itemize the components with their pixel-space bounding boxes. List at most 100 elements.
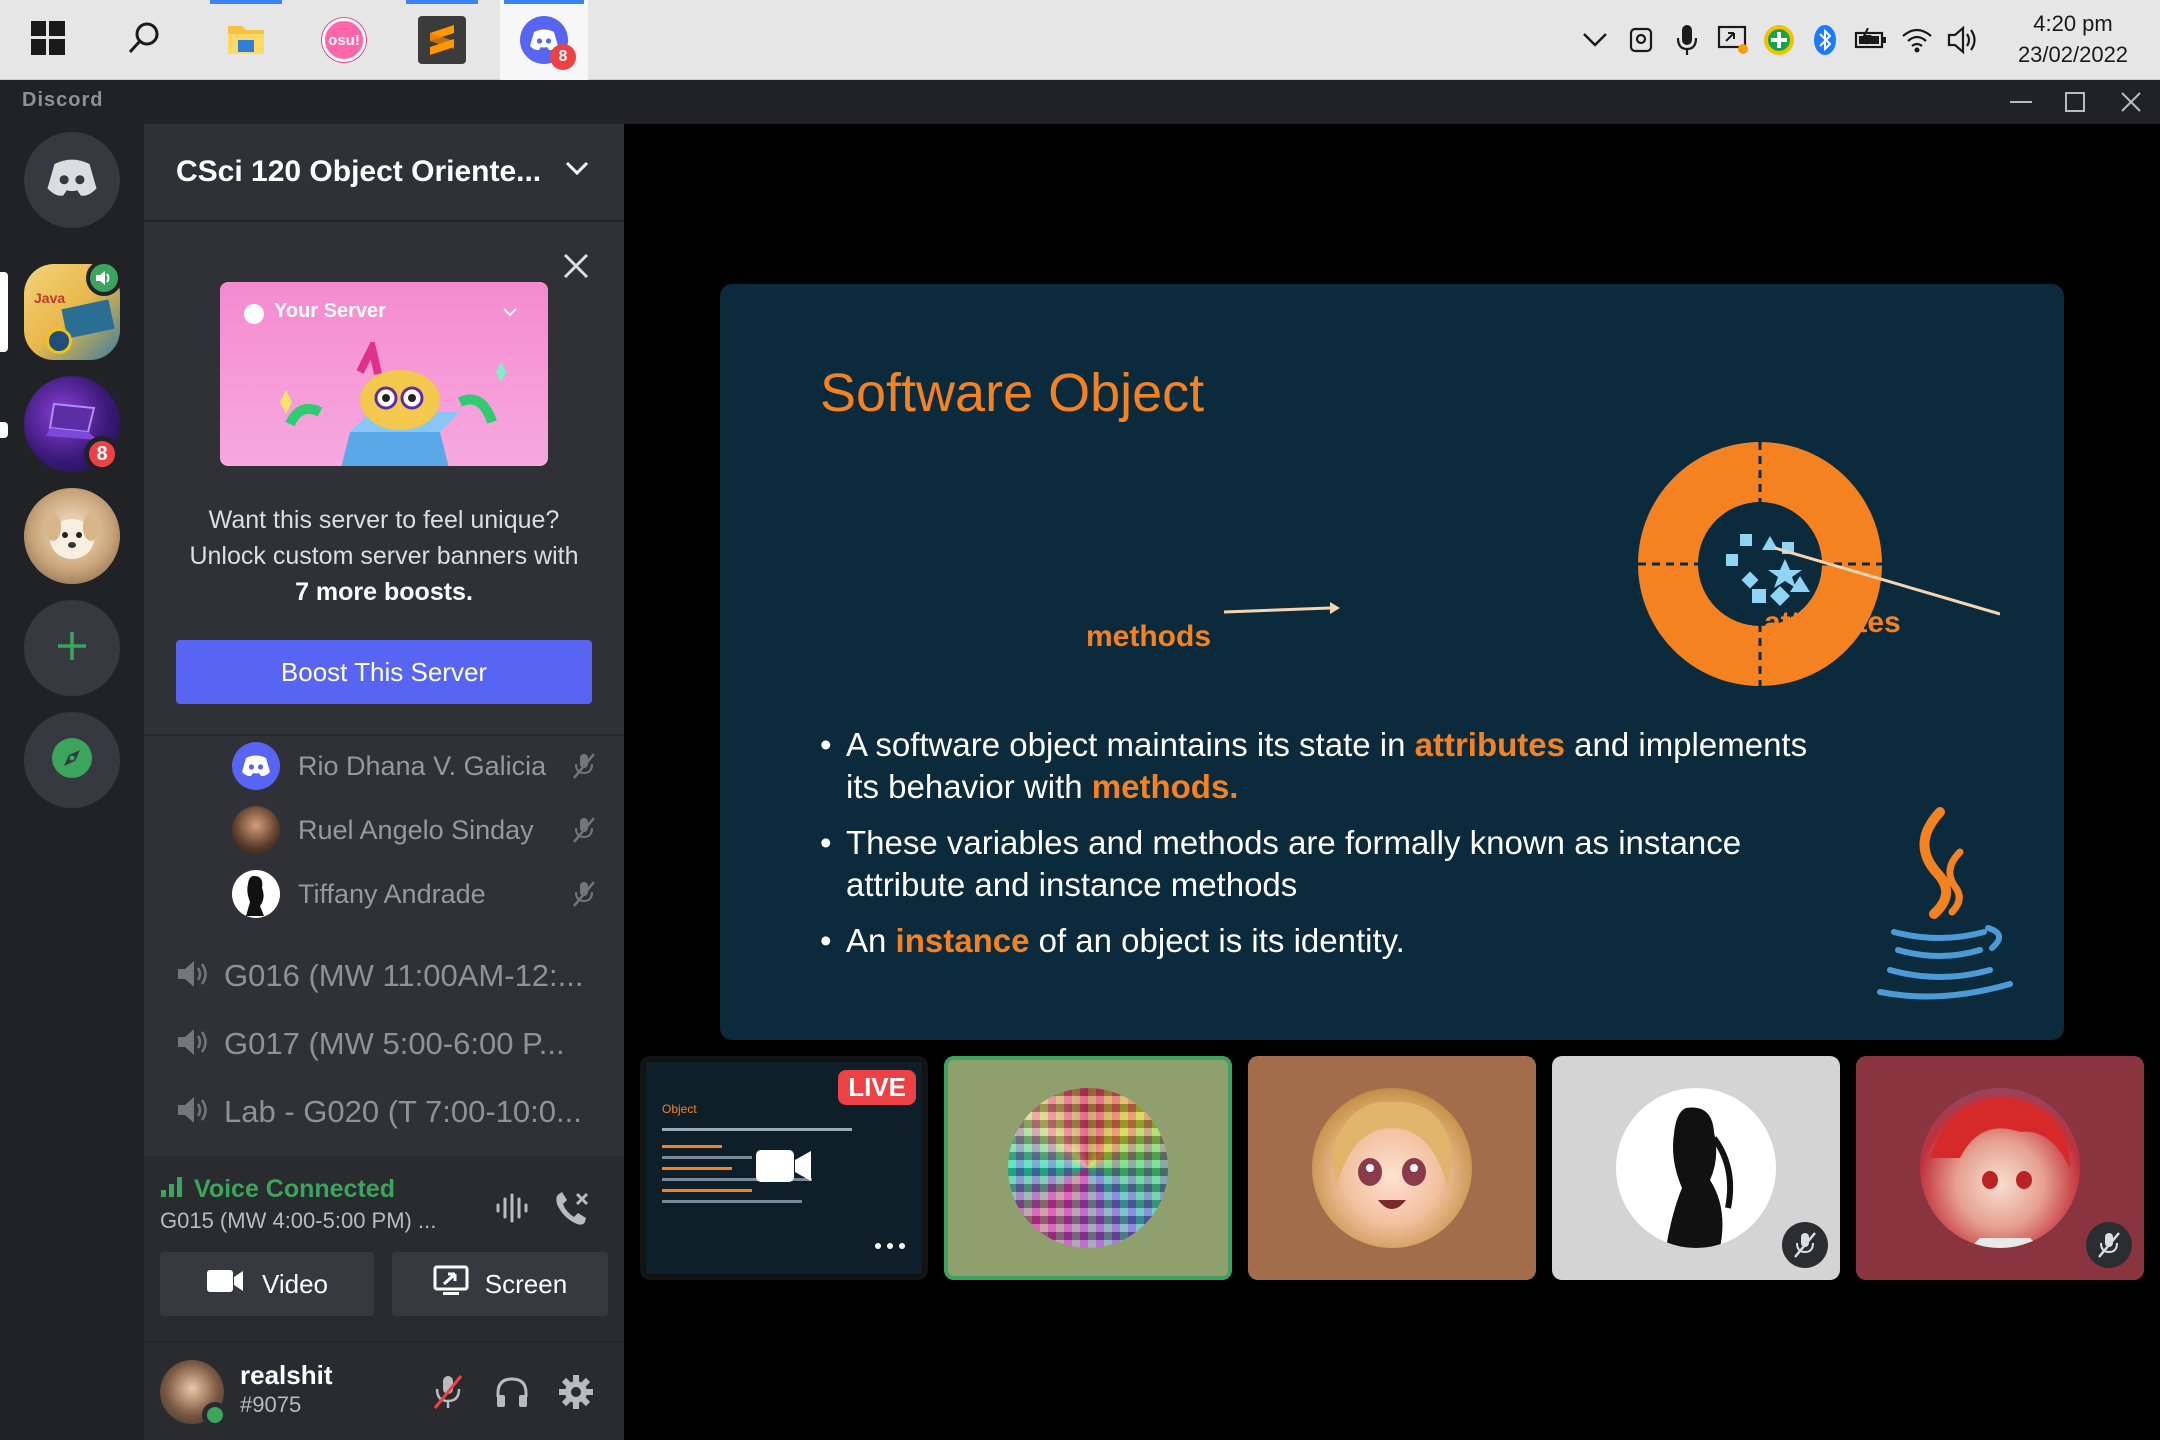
signal-strength-icon [160, 1174, 186, 1205]
stream-preview-title: Object [662, 1102, 697, 1116]
bluetooth-icon[interactable] [1802, 0, 1848, 80]
boost-promo-panel: Your Server Want this server to feel uni… [144, 224, 624, 736]
microphone-icon[interactable] [1664, 0, 1710, 80]
online-status-indicator [202, 1402, 228, 1428]
voice-connection-panel: Voice Connected G015 (MW 4:00-5:00 PM) .… [144, 1156, 624, 1342]
mute-microphone-button[interactable] [420, 1366, 476, 1422]
headphones-icon [494, 1375, 530, 1414]
user-discriminator: #9075 [240, 1392, 302, 1417]
discord-wordmark: Discord [22, 89, 104, 111]
taskbar-clock[interactable]: 4:20 pm 23/02/2022 [2008, 8, 2138, 70]
windows-start-icon [31, 20, 65, 60]
voice-channel-item[interactable]: G016 (MW 11:00AM-12:... [176, 950, 606, 1002]
voice-channel-item[interactable]: G017 (MW 5:00-6:00 P... [176, 1018, 606, 1070]
attributes-label: attributes [1764, 606, 1901, 639]
muted-microphone-icon [566, 876, 602, 912]
chevron-down-icon [564, 160, 590, 181]
server-name: CSci 120 Object Oriente... [176, 155, 542, 188]
slide-bullet-list: A software object maintains its state in… [820, 724, 1840, 976]
app-tray-icon[interactable] [1756, 0, 1802, 80]
software-object-diagram [1223, 442, 2000, 686]
sound-wave-icon [494, 1193, 530, 1228]
boost-illustration: Your Server [220, 282, 548, 466]
screen-button-label: Screen [484, 1268, 568, 1299]
osu-icon: osu! [322, 18, 366, 62]
plus-icon [54, 628, 90, 669]
discord-logo-icon [45, 157, 99, 204]
sublime-text-button[interactable] [402, 0, 482, 80]
system-tray [1572, 0, 1986, 80]
video-button-label: Video [261, 1268, 329, 1299]
boost-text-bold: 7 more boosts. [295, 578, 473, 606]
video-button[interactable]: Video [160, 1252, 374, 1316]
voice-status[interactable]: Voice Connected [160, 1174, 395, 1205]
osu-button[interactable]: osu! [304, 0, 384, 80]
unread-indicator [0, 422, 8, 438]
speaker-icon [176, 1095, 210, 1130]
disconnect-button[interactable] [548, 1186, 596, 1234]
video-camera-icon [755, 1146, 813, 1191]
voice-user-row[interactable]: Ruel Angelo Sinday [232, 802, 602, 858]
screen-share-button[interactable]: Screen [392, 1252, 608, 1316]
discord-icon: 8 [520, 16, 576, 70]
boost-art-server-label: Your Server [274, 300, 386, 322]
start-button[interactable] [8, 0, 88, 80]
username[interactable]: realshit [240, 1360, 333, 1391]
volume-icon[interactable] [1940, 0, 1986, 80]
slide-bullet: An instance of an object is its identity… [820, 920, 1840, 962]
voice-channel-name: G017 (MW 5:00-6:00 P... [224, 1026, 565, 1061]
participant-avatar [1008, 1088, 1168, 1248]
channel-sidebar: CSci 120 Object Oriente... Your Server W… [144, 124, 624, 1440]
folder-icon [226, 20, 266, 61]
voice-channel-item[interactable]: Lab - G020 (T 7:00-10:0... [176, 1086, 606, 1138]
participant-avatar [1920, 1088, 2080, 1248]
java-class-server-icon: Java [34, 290, 66, 306]
search-icon [126, 20, 162, 61]
slide-bullet: These variables and methods are formally… [820, 822, 1840, 906]
server-mention-badge: 8 [84, 436, 120, 472]
server-header[interactable]: CSci 120 Object Oriente... [144, 124, 624, 222]
discord-titlebar: Discord [0, 80, 2160, 124]
camera-icon[interactable] [1618, 0, 1664, 80]
screen-share-icon [433, 1265, 469, 1304]
participant-tile-speaking[interactable] [944, 1056, 1232, 1280]
more-options-icon[interactable] [870, 1238, 910, 1250]
live-stream-tile[interactable]: Object LIVE [640, 1056, 928, 1280]
screen-share-slide[interactable]: Software Object methods attributes • A s… [720, 284, 2064, 1040]
phone-hangup-icon [553, 1190, 591, 1231]
show-hidden-icons-chevron-icon[interactable] [1572, 0, 1618, 80]
add-server-button[interactable] [24, 600, 120, 696]
voice-channel-path[interactable]: G015 (MW 4:00-5:00 PM) ... [160, 1208, 436, 1234]
user-panel: realshit #9075 [144, 1342, 624, 1440]
file-explorer-button[interactable] [206, 0, 286, 80]
noise-suppression-button[interactable] [488, 1186, 536, 1234]
discord-taskbar-button[interactable]: 8 [500, 0, 588, 80]
voice-channel-name: G016 (MW 11:00AM-12:... [224, 958, 584, 993]
user-settings-button[interactable] [548, 1366, 604, 1422]
speaker-icon [176, 1027, 210, 1062]
participant-tile[interactable] [1248, 1056, 1536, 1280]
minimize-button[interactable] [1994, 80, 2048, 124]
server-icon-gear-art [46, 328, 72, 354]
boost-text-line-2: Unlock custom server banners with [189, 542, 579, 570]
avatar [232, 870, 280, 918]
home-direct-messages-button[interactable] [24, 132, 120, 228]
deafen-button[interactable] [484, 1366, 540, 1422]
server-dog[interactable] [24, 488, 120, 584]
participant-tile[interactable] [1552, 1056, 1840, 1280]
discord-notification-badge: 8 [550, 44, 576, 70]
voice-user-row[interactable]: Rio Dhana V. Galicia [232, 738, 602, 794]
voice-user-row[interactable]: Tiffany Andrade [232, 866, 602, 922]
close-window-button[interactable] [2104, 80, 2158, 124]
explore-servers-button[interactable] [24, 712, 120, 808]
screen-share-tray-icon[interactable] [1710, 0, 1756, 80]
avatar [232, 742, 280, 790]
participant-tile[interactable] [1856, 1056, 2144, 1280]
wifi-icon[interactable] [1894, 0, 1940, 80]
maximize-button[interactable] [2048, 80, 2102, 124]
boost-this-server-button[interactable]: Boost This Server [176, 640, 592, 704]
boost-description: Want this server to feel unique? Unlock … [164, 502, 604, 610]
search-button[interactable] [104, 0, 184, 80]
close-promo-button[interactable] [558, 248, 594, 284]
battery-charging-icon[interactable] [1848, 0, 1894, 80]
